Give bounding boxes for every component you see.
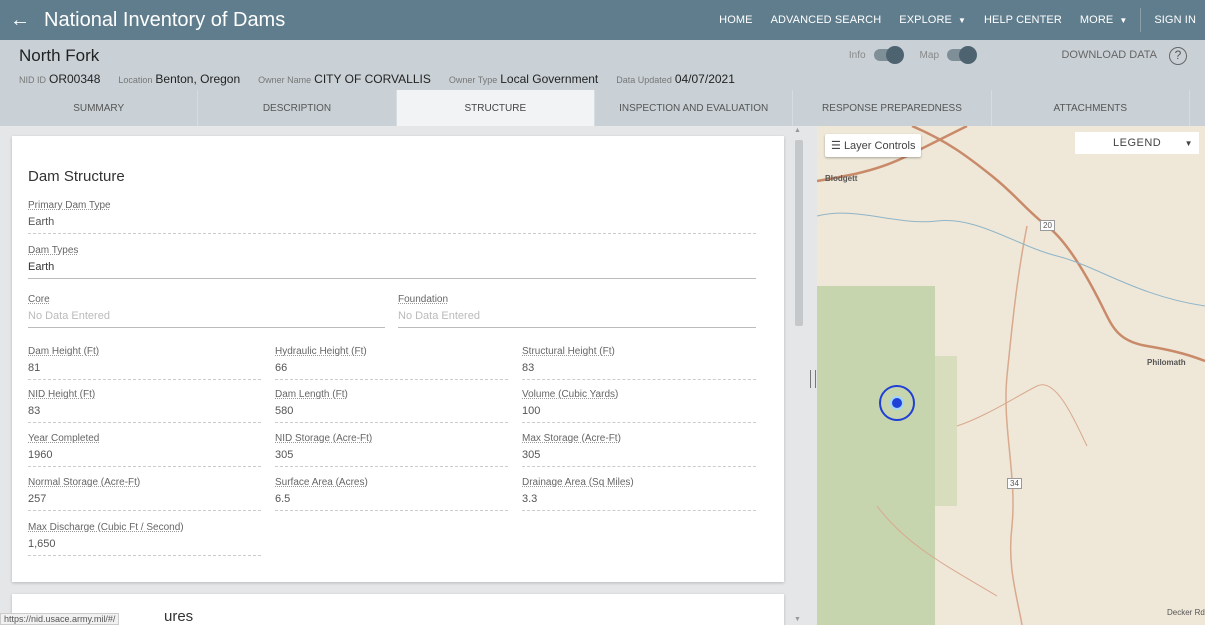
dam-name: North Fork	[19, 46, 100, 65]
nav-sign-in[interactable]: SIGN IN	[1145, 14, 1205, 26]
nav-explore-label: EXPLORE	[899, 14, 952, 26]
field-structural-height: Structural Height (Ft) 83	[522, 346, 756, 380]
meta-owner-type: Owner Type Local Government	[448, 72, 599, 86]
field-core: Core No Data Entered	[28, 294, 385, 328]
main-nav: HOME ADVANCED SEARCH EXPLORE ▼ HELP CENTE…	[710, 0, 1205, 40]
legend-dropdown[interactable]: LEGEND ▼	[1075, 132, 1199, 154]
scroll-down-icon[interactable]: ▼	[794, 616, 801, 623]
field-max-discharge: Max Discharge (Cubic Ft / Second) 1,650	[28, 522, 261, 556]
scrollbar-thumb[interactable]	[795, 140, 803, 326]
field-normal-storage: Normal Storage (Acre-Ft) 257	[28, 477, 261, 511]
next-section-card: ures	[12, 594, 784, 625]
layers-icon: ☰	[831, 140, 841, 152]
field-surface-area: Surface Area (Acres) 6.5	[275, 477, 508, 511]
section2-title: ures	[164, 608, 194, 625]
back-arrow-icon[interactable]: ←	[0, 9, 40, 32]
meta-location: Location Benton, Oregon	[118, 72, 241, 86]
map-canvas	[817, 126, 1205, 625]
map-label-hwy20: 20	[1040, 220, 1055, 231]
scroll-up-icon[interactable]: ▲	[794, 127, 801, 134]
map-label-philomath: Philomath	[1147, 358, 1186, 367]
tab-attachments[interactable]: ATTACHMENTS	[992, 90, 1190, 126]
highway-34-road	[1005, 225, 1028, 625]
highway-20-road	[911, 126, 1205, 363]
field-nid-height: NID Height (Ft) 83	[28, 389, 261, 423]
tab-inspection[interactable]: INSPECTION AND EVALUATION	[595, 90, 794, 126]
dam-structure-title: Dam Structure	[28, 168, 125, 185]
caret-down-icon: ▼	[1184, 138, 1193, 148]
field-nid-storage: NID Storage (Acre-Ft) 305	[275, 433, 508, 467]
info-switch[interactable]	[873, 46, 904, 64]
top-nav-bar: ← National Inventory of Dams HOME ADVANC…	[0, 0, 1205, 40]
map-view[interactable]: Blodgett Philomath 20 34 Decker Rd ☰ Lay…	[817, 126, 1205, 625]
tab-summary[interactable]: SUMMARY	[0, 90, 199, 126]
field-dam-height: Dam Height (Ft) 81	[28, 346, 261, 380]
info-toggle[interactable]: Info	[849, 46, 904, 64]
forest-area	[817, 286, 935, 625]
nav-home[interactable]: HOME	[710, 14, 761, 26]
nav-advanced-search[interactable]: ADVANCED SEARCH	[762, 14, 891, 26]
meta-owner-name: Owner Name CITY OF CORVALLIS	[258, 72, 431, 86]
layer-controls-button[interactable]: ☰ Layer Controls	[825, 134, 922, 157]
forest-area-2	[935, 356, 957, 506]
help-icon[interactable]: ?	[1169, 47, 1187, 65]
tab-description[interactable]: DESCRIPTION	[198, 90, 397, 126]
field-drainage-area: Drainage Area (Sq Miles) 3.3	[522, 477, 756, 511]
field-dam-types: Dam Types Earth	[28, 245, 756, 279]
map-label-decker: Decker Rd	[1167, 608, 1205, 617]
field-hydraulic-height: Hydraulic Height (Ft) 66	[275, 346, 508, 380]
caret-down-icon: ▼	[957, 15, 966, 25]
nav-more[interactable]: MORE ▼	[1071, 14, 1136, 26]
download-data-button[interactable]: DOWNLOAD DATA	[1061, 49, 1157, 61]
app-title[interactable]: National Inventory of Dams	[44, 9, 285, 32]
section-tabs: SUMMARY DESCRIPTION STRUCTURE INSPECTION…	[0, 90, 1190, 126]
nav-divider	[1140, 8, 1142, 32]
map-switch[interactable]	[947, 46, 977, 64]
tab-structure[interactable]: STRUCTURE	[396, 90, 595, 126]
tab-response-preparedness[interactable]: RESPONSE PREPAREDNESS	[793, 90, 992, 126]
status-bar-url: https://nid.usace.army.mil/#/	[0, 613, 120, 625]
meta-nid-id: NID ID OR00348	[19, 72, 101, 86]
info-pane: Dam Structure Primary Dam Type Earth Dam…	[0, 126, 810, 625]
field-foundation: Foundation No Data Entered	[398, 294, 756, 328]
dam-meta: NID ID OR00348 Location Benton, Oregon Own…	[19, 72, 735, 86]
field-primary-dam-type: Primary Dam Type Earth	[28, 200, 756, 234]
nav-more-label: MORE	[1079, 14, 1114, 26]
field-max-storage: Max Storage (Acre-Ft) 305	[522, 433, 756, 467]
dam-marker-icon[interactable]	[890, 396, 904, 410]
dam-header: North Fork NID ID OR00348 Location Benton,…	[0, 40, 1205, 126]
map-toggle[interactable]: Map	[920, 46, 977, 64]
field-dam-length: Dam Length (Ft) 580	[275, 389, 508, 423]
view-toggles: Info Map	[849, 46, 977, 64]
pane-resize-handle[interactable]	[810, 370, 816, 388]
meta-data-updated: Data Updated 04/07/2021	[616, 72, 735, 86]
dam-structure-card: Dam Structure Primary Dam Type Earth Dam…	[12, 136, 784, 582]
field-year-completed: Year Completed 1960	[28, 433, 261, 467]
nav-help-center[interactable]: HELP CENTER	[975, 14, 1071, 26]
nav-explore[interactable]: EXPLORE ▼	[890, 14, 975, 26]
map-label-hwy34: 34	[1007, 478, 1022, 489]
local-road	[956, 384, 1088, 447]
caret-down-icon: ▼	[1119, 15, 1128, 25]
field-volume: Volume (Cubic Yards) 100	[522, 389, 756, 423]
map-label-blodgett: Blodgett	[825, 174, 858, 183]
